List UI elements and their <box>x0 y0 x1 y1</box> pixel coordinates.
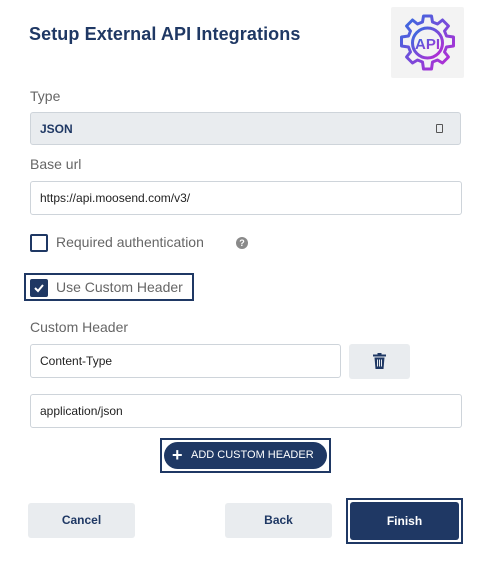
type-select[interactable]: JSON <box>30 112 461 145</box>
type-select-value: JSON <box>40 122 73 136</box>
back-button[interactable]: Back <box>225 503 332 538</box>
base-url-label: Base url <box>30 156 82 172</box>
finish-button[interactable]: Finish <box>350 502 459 540</box>
custom-header-key-input[interactable]: Content-Type <box>30 344 341 378</box>
add-custom-header-label: ADD CUSTOM HEADER <box>191 449 314 461</box>
api-logo-text: API <box>415 36 440 53</box>
trash-icon <box>373 353 386 369</box>
delete-header-button[interactable] <box>349 344 410 379</box>
required-auth-label: Required authentication <box>56 234 204 250</box>
add-custom-header-button[interactable]: + ADD CUSTOM HEADER <box>164 442 327 469</box>
use-custom-header-label: Use Custom Header <box>56 279 183 295</box>
check-icon <box>34 284 44 293</box>
type-label: Type <box>30 88 61 104</box>
custom-header-value-input[interactable]: application/json <box>30 394 462 428</box>
custom-header-label: Custom Header <box>30 319 129 335</box>
use-custom-header-checkbox-row[interactable]: Use Custom Header <box>30 279 200 299</box>
dropdown-caret-icon <box>436 124 443 133</box>
help-icon[interactable]: ? <box>236 237 248 249</box>
gear-api-icon: API <box>400 14 455 71</box>
cancel-button[interactable]: Cancel <box>28 503 135 538</box>
use-custom-header-checkbox[interactable] <box>30 279 48 297</box>
required-auth-checkbox-row[interactable]: Required authentication <box>30 234 230 254</box>
required-auth-checkbox[interactable] <box>30 234 48 252</box>
page-title: Setup External API Integrations <box>29 24 301 44</box>
base-url-input[interactable]: https://api.moosend.com/v3/ <box>30 181 462 215</box>
api-logo: API <box>391 7 464 78</box>
plus-icon: + <box>172 445 183 465</box>
